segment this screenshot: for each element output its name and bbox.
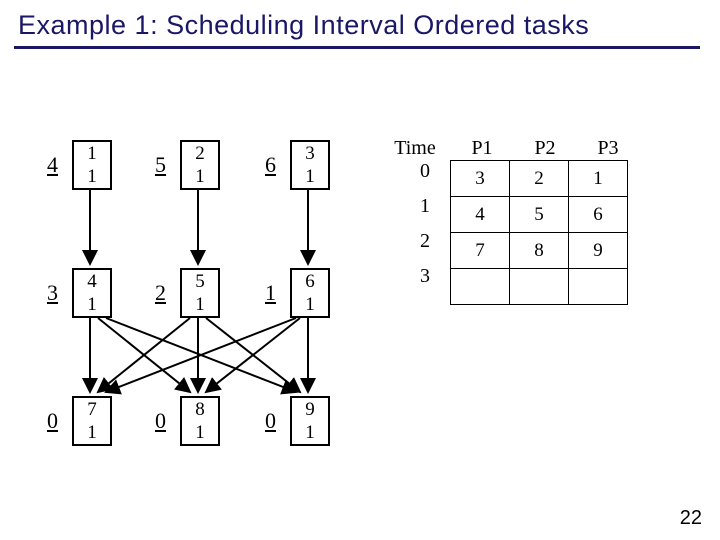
cell: 3 [451, 161, 510, 197]
node-weight: 1 [195, 167, 205, 186]
table-row: 7 8 9 [451, 233, 628, 269]
time-3: 3 [420, 265, 430, 288]
priority-node-7: 0 [36, 408, 58, 434]
table-row: 3 2 1 [451, 161, 628, 197]
page-number: 22 [680, 507, 702, 530]
cell: 4 [451, 197, 510, 233]
table-row [451, 269, 628, 305]
cell: 8 [510, 233, 569, 269]
table-row: 4 5 6 [451, 197, 628, 233]
cell-empty [451, 269, 510, 305]
priority-node-4: 3 [36, 280, 58, 306]
time-0: 0 [420, 160, 430, 183]
task-node-4: 41 [72, 268, 112, 318]
node-weight: 1 [305, 167, 315, 186]
priority-node-2: 5 [144, 152, 166, 178]
task-node-7: 71 [72, 396, 112, 446]
node-id: 8 [195, 400, 205, 419]
cell: 5 [510, 197, 569, 233]
time-label: Time [390, 137, 440, 160]
node-id: 6 [305, 272, 315, 291]
priority-node-6: 1 [254, 280, 276, 306]
task-node-9: 91 [290, 396, 330, 446]
cell: 2 [510, 161, 569, 197]
priority-node-1: 4 [36, 152, 58, 178]
node-weight: 1 [87, 167, 97, 186]
node-weight: 1 [87, 423, 97, 442]
cell: 9 [569, 233, 628, 269]
time-1: 1 [420, 195, 430, 218]
node-weight: 1 [87, 295, 97, 314]
node-id: 2 [195, 144, 205, 163]
priority-node-9: 0 [254, 408, 276, 434]
cell-empty [510, 269, 569, 305]
node-id: 5 [195, 272, 205, 291]
node-id: 7 [87, 400, 97, 419]
node-id: 9 [305, 400, 315, 419]
proc-header-2: P2 [525, 137, 565, 160]
time-2: 2 [420, 230, 430, 253]
title-underline [14, 46, 700, 49]
node-weight: 1 [195, 295, 205, 314]
node-id: 1 [87, 144, 97, 163]
task-node-8: 81 [180, 396, 220, 446]
node-id: 4 [87, 272, 97, 291]
node-weight: 1 [305, 423, 315, 442]
proc-header-1: P1 [462, 137, 502, 160]
priority-node-8: 0 [144, 408, 166, 434]
cell: 7 [451, 233, 510, 269]
task-node-1: 11 [72, 140, 112, 190]
cell: 6 [569, 197, 628, 233]
node-weight: 1 [195, 423, 205, 442]
node-weight: 1 [305, 295, 315, 314]
cell: 1 [569, 161, 628, 197]
task-node-6: 61 [290, 268, 330, 318]
task-node-5: 51 [180, 268, 220, 318]
priority-node-5: 2 [144, 280, 166, 306]
page-title: Example 1: Scheduling Interval Ordered t… [18, 10, 589, 41]
schedule-table: 3 2 1 4 5 6 7 8 9 [450, 160, 628, 305]
cell-empty [569, 269, 628, 305]
priority-node-3: 6 [254, 152, 276, 178]
node-id: 3 [305, 144, 315, 163]
proc-header-3: P3 [588, 137, 628, 160]
task-node-2: 21 [180, 140, 220, 190]
task-node-3: 31 [290, 140, 330, 190]
